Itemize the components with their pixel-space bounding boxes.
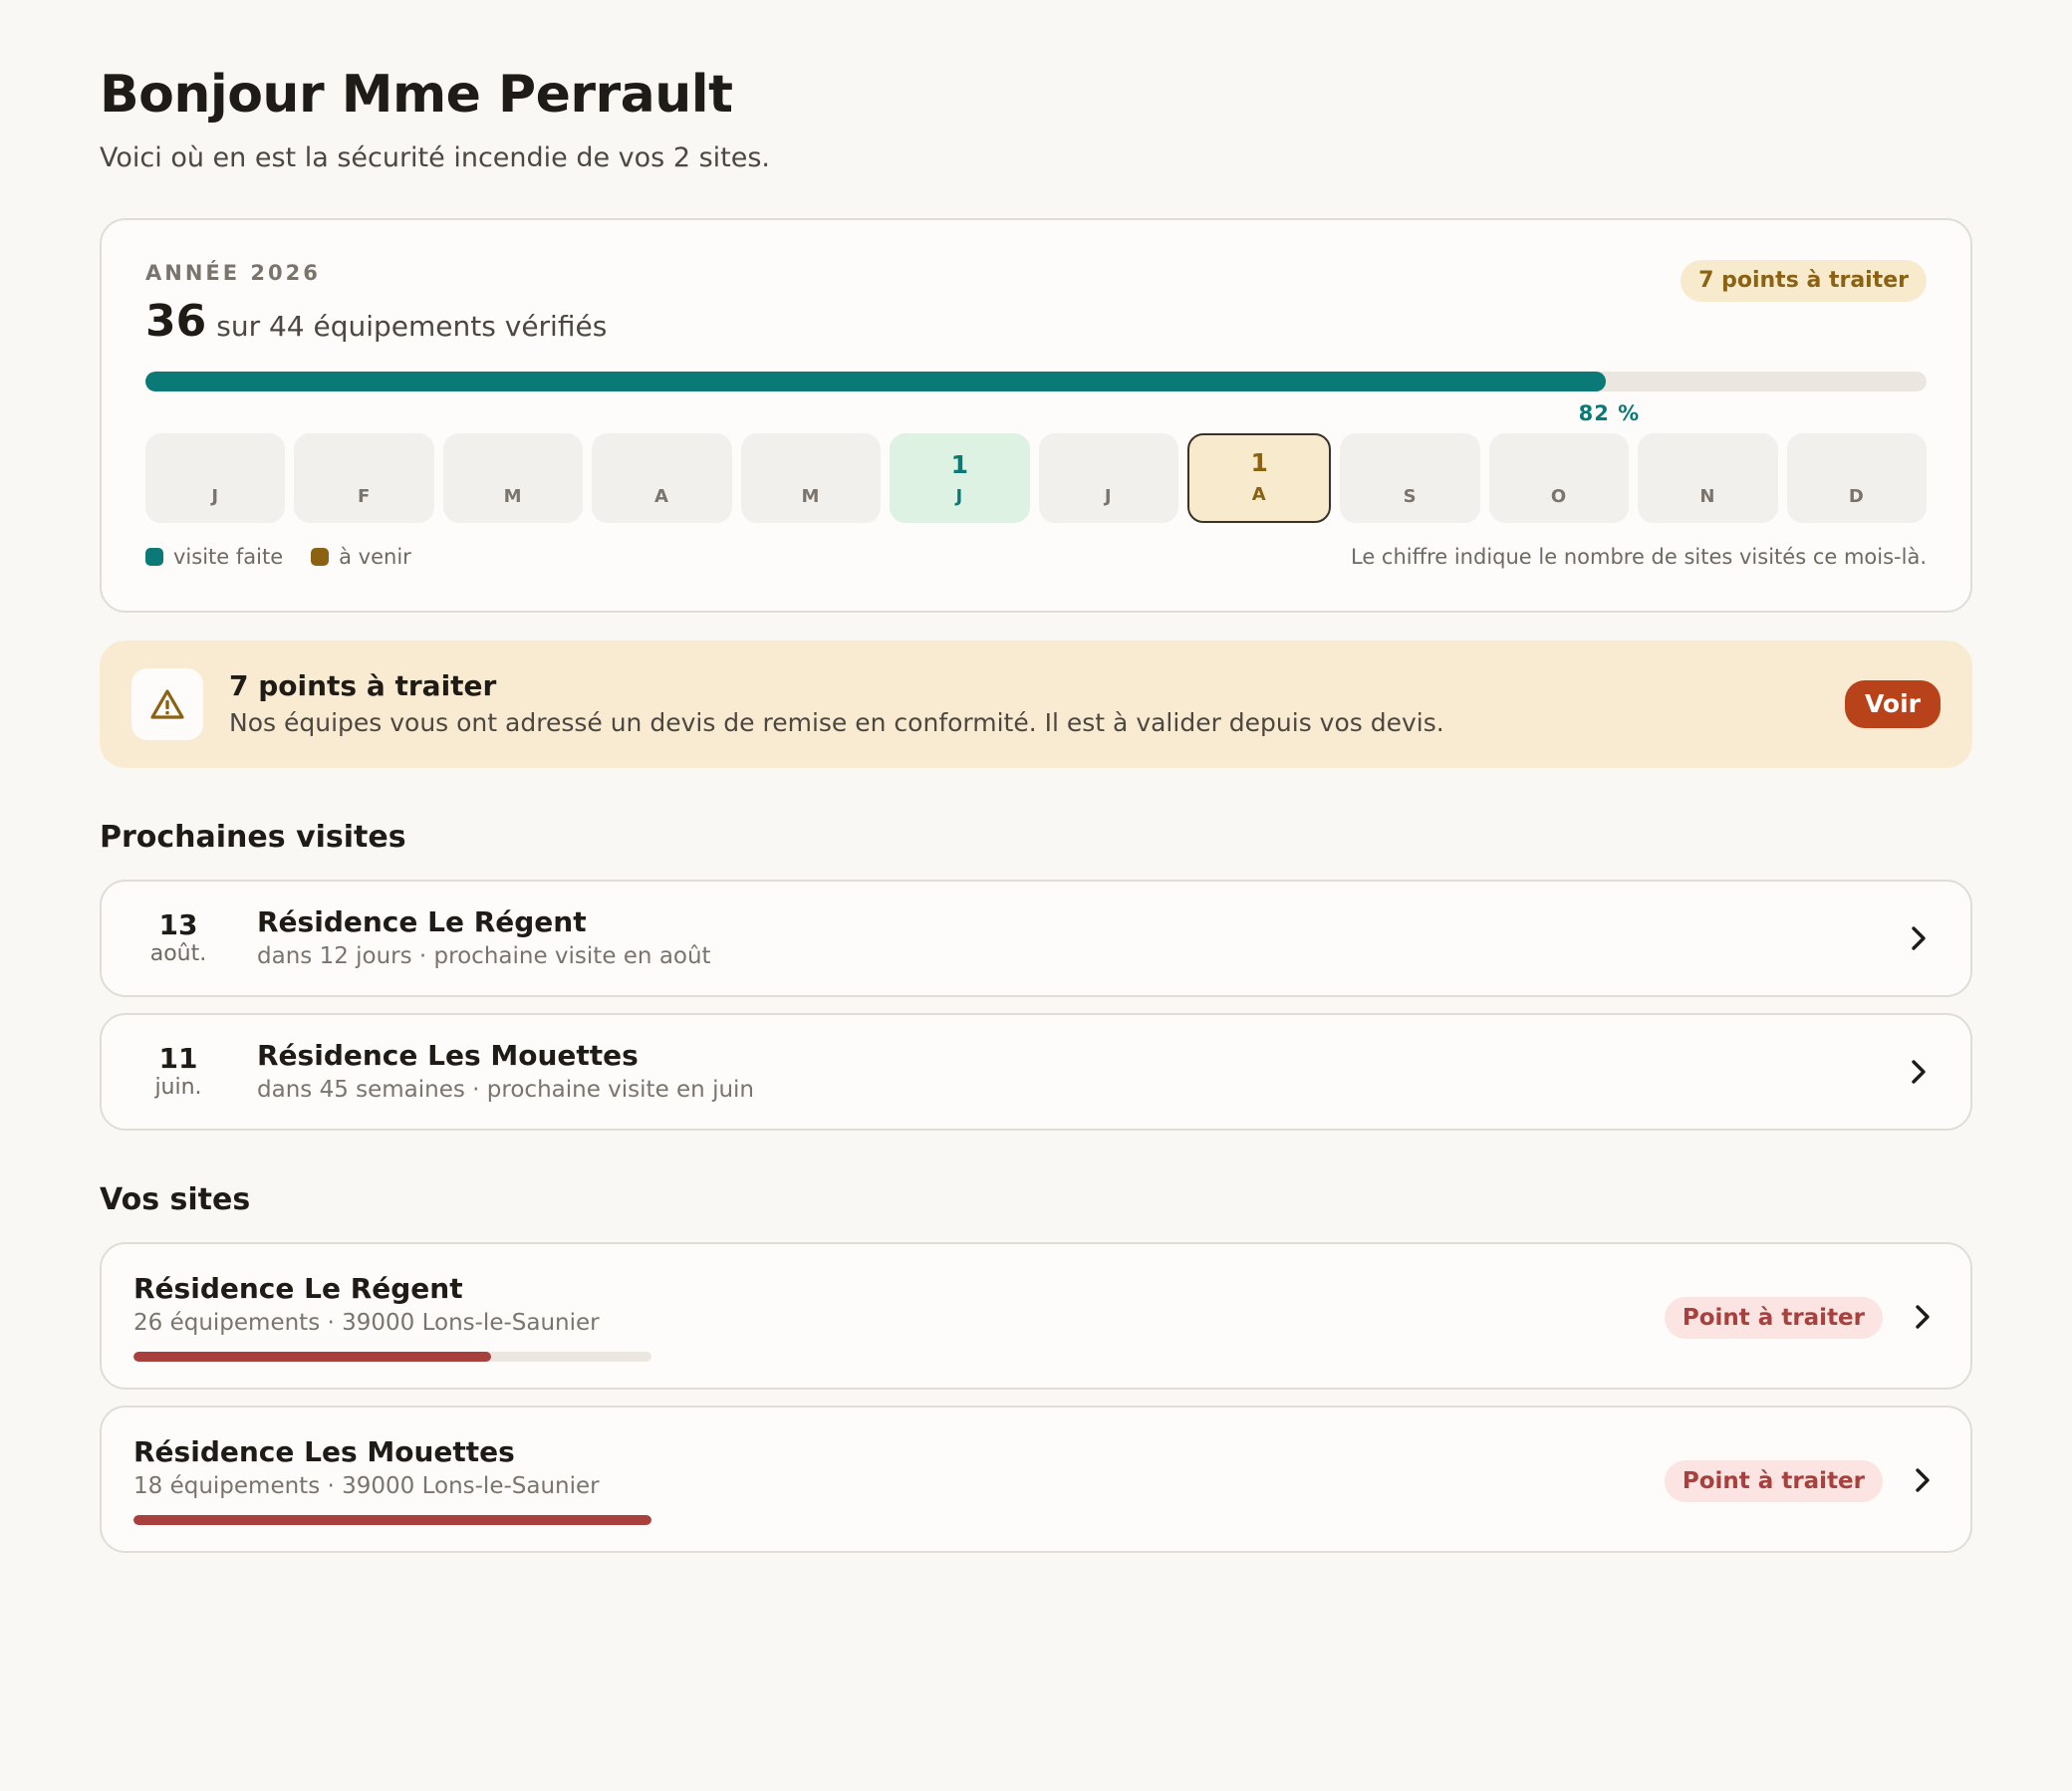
site-card[interactable]: Résidence Le Régent 26 équipements · 390…	[100, 1242, 1972, 1390]
site-card[interactable]: Résidence Les Mouettes 18 équipements · …	[100, 1406, 1972, 1553]
month-letter: A	[1251, 484, 1267, 505]
visit-site-name: Résidence Les Mouettes	[257, 1039, 639, 1072]
timeline-legend: visite faite à venir	[145, 545, 439, 569]
month-cell[interactable]: M	[442, 433, 584, 523]
site-name: Résidence Le Régent	[133, 1272, 463, 1305]
visit-month: juin.	[154, 1075, 202, 1100]
month-cell[interactable]: J	[1038, 433, 1178, 523]
verified-count: 36	[145, 296, 207, 347]
visit-item[interactable]: 13 août. Résidence Le Régent dans 12 jou…	[100, 880, 1972, 997]
chevron-right-icon[interactable]	[1899, 1052, 1939, 1092]
year-progress-fill	[145, 372, 1607, 391]
chevron-right-icon[interactable]	[1903, 1297, 1942, 1337]
month-cell[interactable]: F	[294, 433, 434, 523]
site-progress-fill	[133, 1515, 651, 1525]
alert-title: 7 points à traiter	[229, 669, 497, 702]
legend-upcoming-label: à venir	[339, 545, 411, 569]
month-cell[interactable]: J	[145, 433, 286, 523]
visit-date: 11 juin.	[133, 1043, 223, 1101]
alert-text: Nos équipes vous ont adressé un devis de…	[229, 708, 1444, 737]
year-label: ANNÉE 2026	[145, 261, 321, 285]
sites-section-title: Vos sites	[100, 1182, 251, 1217]
month-cell[interactable]: O	[1488, 433, 1630, 523]
month-letter: M	[503, 486, 523, 507]
visit-meta: dans 45 semaines · prochaine visite en j…	[257, 1077, 755, 1103]
site-progress-fill	[133, 1352, 491, 1362]
legend-upcoming-swatch	[311, 548, 330, 566]
visit-item[interactable]: 11 juin. Résidence Les Mouettes dans 45 …	[100, 1013, 1972, 1131]
month-letter: N	[1699, 486, 1716, 507]
month-letter: D	[1848, 486, 1865, 507]
chevron-right-icon[interactable]	[1899, 918, 1939, 958]
visit-meta: dans 12 jours · prochaine visite en août	[257, 943, 711, 969]
month-visit-count: 1	[1250, 448, 1268, 477]
legend-done: visite faite	[145, 545, 283, 569]
verified-count-row: 36 sur 44 équipements vérifiés	[145, 298, 1927, 346]
visit-site-name: Résidence Le Régent	[257, 905, 587, 938]
month-letter: M	[801, 486, 821, 507]
month-letter: S	[1403, 486, 1418, 507]
month-letter: J	[1104, 486, 1113, 507]
site-progress-bar	[133, 1352, 651, 1362]
visit-info: Résidence Le Régent dans 12 jours · proc…	[257, 905, 1899, 971]
warning-icon	[131, 668, 203, 740]
site-name: Résidence Les Mouettes	[133, 1435, 515, 1468]
legend-upcoming: à venir	[311, 545, 411, 569]
site-progress-bar	[133, 1515, 651, 1525]
year-progress-label: 82 %	[1578, 401, 1641, 425]
visits-section-title: Prochaines visites	[100, 820, 406, 855]
visit-day: 13	[158, 908, 198, 941]
view-quote-button[interactable]: Voir	[1844, 680, 1941, 728]
month-letter: O	[1550, 486, 1568, 507]
todo-alert-banner: 7 points à traiter Nos équipes vous ont …	[100, 640, 1972, 768]
legend-done-swatch	[145, 548, 163, 566]
month-cell[interactable]: 1A	[1186, 433, 1332, 523]
month-letter: J	[211, 486, 220, 507]
visit-date: 13 août.	[133, 909, 223, 967]
year-summary-card: ANNÉE 2026 36 sur 44 équipements vérifié…	[100, 218, 1972, 613]
month-visit-count: 1	[950, 450, 969, 479]
timeline-note: Le chiffre indique le nombre de sites vi…	[1351, 545, 1927, 569]
page-title: Bonjour Mme Perrault	[100, 65, 733, 125]
month-cell[interactable]: S	[1340, 433, 1480, 523]
month-cell[interactable]: M	[740, 433, 882, 523]
todo-badge[interactable]: 7 points à traiter	[1681, 260, 1927, 302]
chevron-right-icon[interactable]	[1903, 1460, 1942, 1500]
alert-body: 7 points à traiter Nos équipes vous ont …	[229, 669, 1845, 739]
month-cell[interactable]: N	[1638, 433, 1778, 523]
month-cell[interactable]: 1J	[890, 433, 1030, 523]
month-cell[interactable]: D	[1786, 433, 1928, 523]
verified-count-text: sur 44 équipements vérifiés	[216, 310, 608, 343]
legend-done-label: visite faite	[173, 545, 284, 569]
page-subtitle: Voici où en est la sécurité incendie de …	[100, 142, 771, 173]
visit-info: Résidence Les Mouettes dans 45 semaines …	[257, 1039, 1899, 1105]
month-timeline: JFMAM1JJ1ASOND	[145, 433, 1928, 523]
month-letter: A	[654, 486, 669, 507]
site-status-badge: Point à traiter	[1664, 1297, 1883, 1339]
year-progress-bar	[145, 372, 1927, 391]
visit-day: 11	[158, 1042, 198, 1075]
month-cell[interactable]: A	[592, 433, 732, 523]
visit-month: août.	[149, 941, 207, 966]
month-letter: F	[357, 486, 372, 507]
site-status-badge: Point à traiter	[1664, 1460, 1883, 1502]
month-letter: J	[955, 486, 964, 507]
dashboard-page: Bonjour Mme Perrault Voici où en est la …	[0, 0, 2072, 1791]
